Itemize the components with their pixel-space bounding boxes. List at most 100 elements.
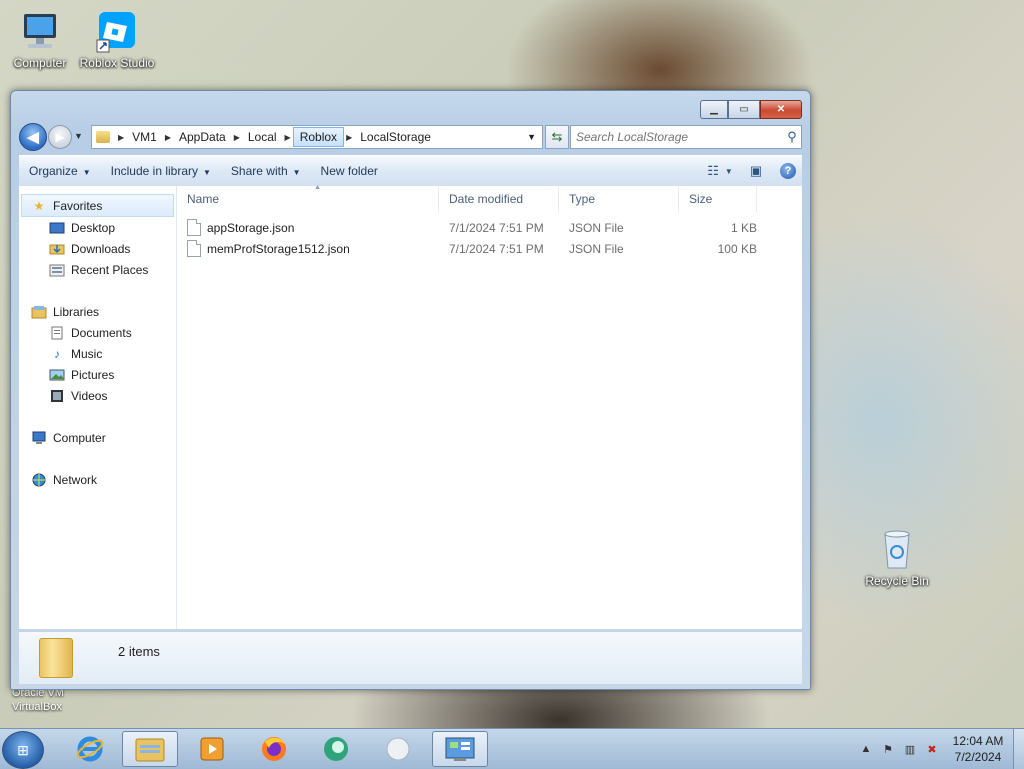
preview-pane-icon: ▣ xyxy=(749,163,763,178)
nav-label: Computer xyxy=(53,430,106,445)
nav-label: Downloads xyxy=(71,241,131,256)
search-icon[interactable]: ⚲ xyxy=(783,129,801,145)
view-options-button[interactable]: ☷ ▼ xyxy=(707,162,733,180)
file-type: JSON File xyxy=(569,220,624,235)
nav-documents[interactable]: Documents xyxy=(19,322,176,343)
chevron-up-icon: ▲ xyxy=(860,743,872,755)
table-row[interactable]: appStorage.json 7/1/2024 7:51 PM JSON Fi… xyxy=(177,217,802,238)
organize-button[interactable]: Organize ▼ xyxy=(19,160,101,182)
nav-label: Libraries xyxy=(53,304,100,319)
taskbar-control-panel[interactable] xyxy=(432,731,488,767)
nav-favorites[interactable]: ★ Favorites xyxy=(21,194,174,217)
videos-icon xyxy=(49,389,65,403)
desktop-icon-label: Recycle Bin xyxy=(865,574,929,588)
address-dropdown[interactable]: ▼ xyxy=(520,132,542,142)
include-in-library-button[interactable]: Include in library ▼ xyxy=(101,160,221,182)
nav-network[interactable]: Network xyxy=(19,469,176,490)
taskbar-firefox[interactable] xyxy=(246,731,302,767)
nav-downloads[interactable]: Downloads xyxy=(19,238,176,259)
column-size[interactable]: Size xyxy=(679,186,757,212)
json-file-icon xyxy=(187,240,201,257)
nav-videos[interactable]: Videos xyxy=(19,385,176,406)
action-center-icon[interactable]: ⚑ xyxy=(879,741,897,757)
taskbar: ⊞ ▲ ⚑ ▥ ✖ 12:04 AM 7/2/2024 xyxy=(0,728,1024,769)
virtualbox-label: Oracle VM VirtualBox xyxy=(12,686,64,714)
file-size: 1 KB xyxy=(730,220,757,235)
column-headers: Name Date modified Type Size xyxy=(177,186,802,212)
breadcrumb-appdata[interactable]: AppData xyxy=(173,127,232,147)
chevron-down-icon: ▼ xyxy=(74,131,83,141)
show-desktop-button[interactable] xyxy=(1013,729,1024,769)
desktop-icon-computer[interactable]: Computer xyxy=(0,10,80,70)
minimize-icon: ▁ xyxy=(710,104,718,115)
nav-label: Favorites xyxy=(53,198,103,213)
nav-recent-places[interactable]: Recent Places xyxy=(19,259,176,280)
desktop-icon-roblox-studio[interactable]: Roblox Studio xyxy=(77,10,157,70)
search-box[interactable]: ⚲ xyxy=(570,125,802,149)
taskbar-app-green[interactable] xyxy=(308,731,364,767)
volume-muted-icon[interactable]: ✖ xyxy=(923,741,941,757)
include-label: Include in library xyxy=(110,164,198,178)
star-icon: ★ xyxy=(33,198,45,213)
breadcrumb-local[interactable]: Local xyxy=(242,127,283,147)
app-icon xyxy=(324,737,348,761)
file-list: Name Date modified Type Size ▲ appStorag… xyxy=(177,184,802,629)
maximize-button[interactable]: ▭ xyxy=(728,100,760,119)
maximize-icon: ▭ xyxy=(739,104,749,115)
file-name: memProfStorage1512.json xyxy=(207,241,350,256)
breadcrumb-roblox[interactable]: Roblox xyxy=(292,127,345,147)
chevron-right-icon[interactable]: ▶ xyxy=(163,133,173,142)
nav-computer[interactable]: Computer xyxy=(19,427,176,448)
file-rows: appStorage.json 7/1/2024 7:51 PM JSON Fi… xyxy=(177,217,802,259)
chevron-right-icon[interactable]: ▶ xyxy=(283,133,293,142)
breadcrumb-vm1[interactable]: VM1 xyxy=(126,127,163,147)
minimize-button[interactable]: ▁ xyxy=(700,100,728,119)
help-button[interactable]: ? xyxy=(780,163,796,179)
breadcrumb-localstorage[interactable]: LocalStorage xyxy=(354,127,437,147)
help-icon: ? xyxy=(784,165,792,177)
address-bar[interactable]: ▶ VM1 ▶ AppData ▶ Local ▶ Roblox ▶ Local… xyxy=(91,125,543,149)
libraries-icon xyxy=(31,305,47,319)
clock[interactable]: 12:04 AM 7/2/2024 xyxy=(943,733,1013,765)
nav-music[interactable]: ♪ Music xyxy=(19,343,176,364)
back-button[interactable]: ◀ xyxy=(19,123,47,151)
desktop-icon-recycle-bin[interactable]: Recycle Bin xyxy=(857,528,937,588)
nav-label: Recent Places xyxy=(71,262,149,277)
nav-desktop[interactable]: Desktop xyxy=(19,217,176,238)
computer-icon xyxy=(18,10,62,54)
file-name-cell: appStorage.json xyxy=(177,219,439,236)
close-button[interactable]: ✕ xyxy=(760,100,802,119)
recent-pages-dropdown[interactable]: ▼ xyxy=(74,131,83,141)
chevron-right-icon[interactable]: ▶ xyxy=(116,133,126,142)
documents-icon xyxy=(49,326,65,340)
table-row[interactable]: memProfStorage1512.json 7/1/2024 7:51 PM… xyxy=(177,238,802,259)
taskbar-media-player[interactable] xyxy=(184,731,240,767)
item-count: 2 items xyxy=(118,643,160,659)
nav-label: Pictures xyxy=(71,367,115,382)
preview-pane-button[interactable]: ▣ xyxy=(746,162,766,180)
show-hidden-icons-button[interactable]: ▲ xyxy=(857,741,875,757)
column-type[interactable]: Type xyxy=(559,186,679,212)
explorer-window: ▁ ▭ ✕ ◀ ▶ ▼ ▶ VM1 ▶ AppData ▶ Local ▶ Ro… xyxy=(10,90,811,690)
taskbar-app-white[interactable] xyxy=(370,731,426,767)
nav-libraries[interactable]: Libraries xyxy=(19,301,176,322)
new-folder-button[interactable]: New folder xyxy=(311,160,388,182)
chevron-right-icon[interactable]: ▶ xyxy=(344,133,354,142)
firefox-icon xyxy=(262,737,286,761)
search-input[interactable] xyxy=(571,129,783,145)
taskbar-internet-explorer[interactable] xyxy=(62,731,118,767)
refresh-button[interactable]: ⇆ xyxy=(545,125,569,149)
navigation-pane: ★ Favorites Desktop Downloads Recent Plac… xyxy=(19,186,177,629)
nav-pictures[interactable]: Pictures xyxy=(19,364,176,385)
column-name[interactable]: Name xyxy=(177,186,439,212)
roblox-studio-icon xyxy=(95,10,139,54)
file-type: JSON File xyxy=(569,241,624,256)
forward-button[interactable]: ▶ xyxy=(48,125,72,149)
network-status-icon[interactable]: ▥ xyxy=(901,741,919,757)
column-date-modified[interactable]: Date modified xyxy=(439,186,559,212)
share-with-button[interactable]: Share with ▼ xyxy=(221,160,311,182)
chevron-down-icon: ▼ xyxy=(724,166,733,176)
start-button[interactable]: ⊞ xyxy=(2,731,44,769)
chevron-right-icon[interactable]: ▶ xyxy=(232,133,242,142)
taskbar-windows-explorer[interactable] xyxy=(122,731,178,767)
